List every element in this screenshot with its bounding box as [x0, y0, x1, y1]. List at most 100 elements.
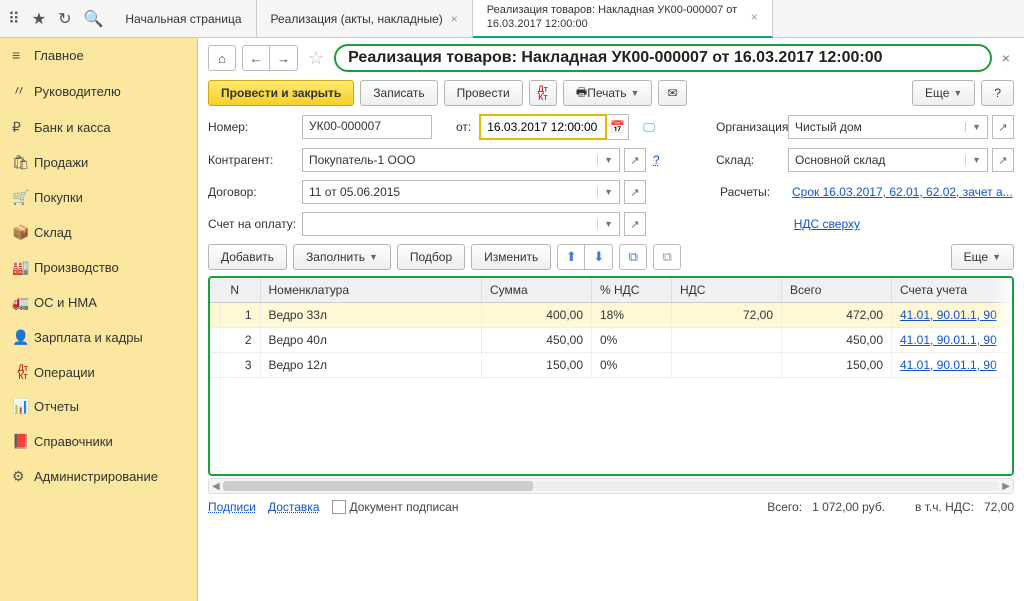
document-title: Реализация товаров: Накладная УК00-00000…: [334, 44, 992, 72]
org-select[interactable]: Чистый дом▼: [788, 115, 988, 139]
sidebar-item-manager[interactable]: 〃Руководителю: [0, 72, 197, 110]
status-icon[interactable]: 🖵: [633, 120, 665, 135]
sidebar-item-label: Отчеты: [34, 399, 79, 414]
open-counterparty-button[interactable]: ↗: [624, 148, 646, 172]
signed-label: Документ подписан: [350, 500, 459, 514]
sidebar-item-assets[interactable]: 🚛ОС и НМА: [0, 285, 197, 320]
sidebar-item-main[interactable]: ≡Главное: [0, 38, 197, 72]
col-vat[interactable]: НДС: [672, 278, 782, 303]
change-button[interactable]: Изменить: [471, 244, 551, 270]
vat-label: в т.ч. НДС:: [915, 500, 974, 514]
close-button[interactable]: ×: [998, 50, 1014, 66]
counterparty-help-link[interactable]: ?: [653, 153, 660, 167]
delivery-link[interactable]: Доставка: [268, 500, 320, 514]
truck-icon: 🚛: [12, 294, 34, 311]
post-button[interactable]: Провести: [444, 80, 523, 106]
contract-label: Договор:: [208, 185, 298, 199]
sidebar-item-hr[interactable]: 👤Зарплата и кадры: [0, 320, 197, 355]
col-item[interactable]: Номенклатура: [260, 278, 482, 303]
tabs: Начальная страница Реализация (акты, нак…: [111, 0, 772, 38]
move-down-button[interactable]: ⬇: [585, 244, 613, 270]
col-n[interactable]: N: [210, 278, 260, 303]
mail-button[interactable]: ✉: [658, 80, 686, 106]
sidebar-item-label: Справочники: [34, 434, 113, 449]
signatures-link[interactable]: Подписи: [208, 500, 256, 514]
col-sum[interactable]: Сумма: [482, 278, 592, 303]
pick-button[interactable]: Подбор: [397, 244, 465, 270]
calendar-icon[interactable]: 📅: [607, 114, 629, 140]
paste-button[interactable]: ⧉: [653, 244, 681, 270]
sidebar-item-sales[interactable]: 🛍Продажи: [0, 145, 197, 180]
tab-document[interactable]: Реализация товаров: Накладная УК00-00000…: [473, 0, 773, 38]
contract-select[interactable]: 11 от 05.06.2015▼: [302, 180, 620, 204]
sidebar-item-label: Банк и касса: [34, 120, 111, 135]
copy-button[interactable]: ⧉: [619, 244, 647, 270]
sidebar-item-label: Зарплата и кадры: [34, 330, 143, 345]
col-vatpct[interactable]: % НДС: [592, 278, 672, 303]
warehouse-select[interactable]: Основной склад▼: [788, 148, 988, 172]
close-icon[interactable]: ×: [443, 12, 458, 26]
scroll-thumb[interactable]: [223, 481, 534, 491]
search-icon[interactable]: 🔍: [83, 9, 103, 29]
sidebar-item-refs[interactable]: 📕Справочники: [0, 424, 197, 459]
invoice-label: Счет на оплату:: [208, 217, 298, 231]
sidebar-item-label: Главное: [34, 48, 84, 63]
tab-start[interactable]: Начальная страница: [111, 0, 256, 38]
table-more-button[interactable]: Еще▼: [951, 244, 1014, 270]
table-row[interactable]: 1 Ведро 33л 400,00 18% 72,00 472,00 41.0…: [210, 303, 1012, 328]
col-accounts[interactable]: Счета учета: [892, 278, 1012, 303]
more-button[interactable]: Еще▼: [912, 80, 975, 106]
book-icon: 📕: [12, 433, 34, 450]
calc-link[interactable]: Срок 16.03.2017, 62.01, 62.02, зачет а..…: [792, 185, 1014, 199]
open-org-button[interactable]: ↗: [992, 115, 1014, 139]
add-row-button[interactable]: Добавить: [208, 244, 287, 270]
close-icon[interactable]: ×: [743, 10, 758, 24]
invoice-select[interactable]: ▼: [302, 212, 620, 236]
open-warehouse-button[interactable]: ↗: [992, 148, 1014, 172]
move-up-button[interactable]: ⬆: [557, 244, 585, 270]
sidebar-item-warehouse[interactable]: 📦Склад: [0, 215, 197, 250]
accounts-link[interactable]: 41.01, 90.01.1, 90: [900, 308, 997, 322]
vat-link[interactable]: НДС сверху: [794, 217, 860, 231]
open-contract-button[interactable]: ↗: [624, 180, 646, 204]
horizontal-scrollbar[interactable]: ◀ ▶: [208, 478, 1014, 494]
sidebar-item-bank[interactable]: ₽Банк и касса: [0, 110, 197, 145]
fill-button[interactable]: Заполнить▼: [293, 244, 391, 270]
save-button[interactable]: Записать: [360, 80, 437, 106]
table-row[interactable]: 2 Ведро 40л 450,00 0% 450,00 41.01, 90.0…: [210, 328, 1012, 353]
sidebar-item-production[interactable]: 🏭Производство: [0, 250, 197, 285]
tab-list[interactable]: Реализация (акты, накладные) ×: [257, 0, 473, 38]
sidebar-item-purchases[interactable]: 🛒Покупки: [0, 180, 197, 215]
col-total[interactable]: Всего: [782, 278, 892, 303]
chart-icon: 〃: [12, 81, 34, 101]
apps-icon[interactable]: ⠿: [8, 9, 20, 29]
person-icon: 👤: [12, 329, 34, 346]
tab-label: Реализация товаров: Накладная УК00-00000…: [487, 4, 743, 30]
tab-label: Реализация (акты, накладные): [271, 12, 443, 26]
counterparty-select[interactable]: Покупатель-1 ООО▼: [302, 148, 620, 172]
dtkt-button[interactable]: ДтКт: [529, 80, 557, 106]
open-invoice-button[interactable]: ↗: [624, 212, 646, 236]
favorite-button[interactable]: ☆: [304, 48, 328, 69]
print-button[interactable]: 🖶 Печать▼: [563, 80, 653, 106]
history-icon[interactable]: ↻: [58, 9, 71, 29]
home-button[interactable]: ⌂: [208, 45, 236, 71]
scroll-right-icon[interactable]: ▶: [1002, 481, 1010, 492]
sidebar-item-operations[interactable]: ДтКтОперации: [0, 355, 197, 389]
sidebar-item-admin[interactable]: ⚙Администрирование: [0, 459, 197, 494]
signed-checkbox[interactable]: [332, 500, 346, 514]
forward-button[interactable]: →: [270, 45, 298, 71]
date-input[interactable]: [479, 114, 607, 140]
scroll-left-icon[interactable]: ◀: [212, 481, 220, 492]
accounts-link[interactable]: 41.01, 90.01.1, 90: [900, 358, 997, 372]
sidebar-item-reports[interactable]: 📊Отчеты: [0, 389, 197, 424]
calc-label: Расчеты:: [706, 185, 788, 199]
post-and-close-button[interactable]: Провести и закрыть: [208, 80, 354, 106]
table-row[interactable]: 3 Ведро 12л 150,00 0% 150,00 41.01, 90.0…: [210, 353, 1012, 378]
accounts-link[interactable]: 41.01, 90.01.1, 90: [900, 333, 997, 347]
star-icon[interactable]: ★: [32, 9, 46, 29]
ruble-icon: ₽: [12, 119, 34, 136]
back-button[interactable]: ←: [242, 45, 270, 71]
number-field[interactable]: УК00-000007: [302, 115, 432, 139]
help-button[interactable]: ?: [981, 80, 1014, 106]
